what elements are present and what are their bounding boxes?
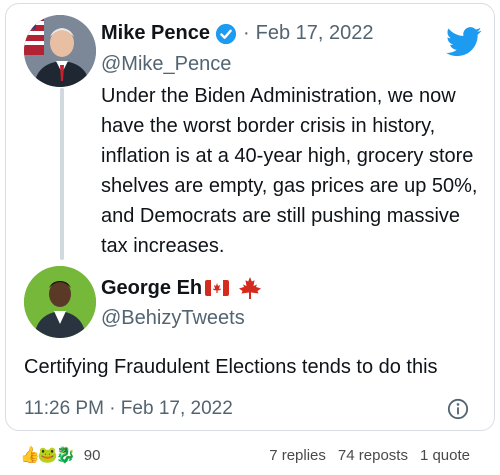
- post-stats: 7 replies 74 reposts 1 quote: [269, 447, 470, 464]
- canada-flag-icon: [205, 280, 230, 296]
- reaction-count: 90: [83, 446, 101, 464]
- post-footer: 👍 🐸 🐉 90 7 replies 74 reposts 1 quote: [0, 440, 500, 470]
- reply-author-name[interactable]: George Eh: [101, 277, 202, 300]
- author-handle[interactable]: @Mike_Pence: [101, 53, 231, 76]
- reply-header: George Eh: [101, 276, 263, 300]
- reactions[interactable]: 👍 🐸 🐉 90: [20, 445, 100, 465]
- reposts-count[interactable]: 74 reposts: [338, 447, 408, 464]
- avatar-portrait-icon: [24, 266, 96, 338]
- info-icon[interactable]: [447, 398, 469, 420]
- dragon-icon: 🐉: [55, 447, 76, 464]
- verified-badge-icon: [215, 23, 237, 44]
- reply-author-handle[interactable]: @BehizyTweets: [101, 307, 245, 330]
- tweet-date[interactable]: Feb 17, 2022: [256, 22, 374, 45]
- avatar-portrait-icon: [24, 15, 96, 87]
- avatar-mike-pence[interactable]: [24, 15, 96, 87]
- avatar-george-eh[interactable]: [24, 266, 96, 338]
- replies-count[interactable]: 7 replies: [269, 447, 326, 464]
- maple-leaf-icon: [239, 277, 262, 299]
- twitter-bird-icon: [446, 27, 482, 57]
- separator-dot: ·: [242, 22, 250, 44]
- reply-timestamp[interactable]: 11:26 PM · Feb 17, 2022: [24, 398, 233, 420]
- thumbs-up-icon: 👍: [20, 447, 40, 464]
- tweet-text: Under the Biden Administration, we now h…: [101, 85, 478, 257]
- quotes-count[interactable]: 1 quote: [420, 447, 470, 464]
- frog-icon: 🐸: [37, 447, 58, 464]
- author-name[interactable]: Mike Pence: [101, 22, 210, 45]
- thread-connector-line: [60, 88, 64, 260]
- tweet-header: Mike Pence · Feb 17, 2022: [101, 22, 374, 45]
- reply-text: Certifying Fraudulent Elections tends to…: [24, 356, 438, 378]
